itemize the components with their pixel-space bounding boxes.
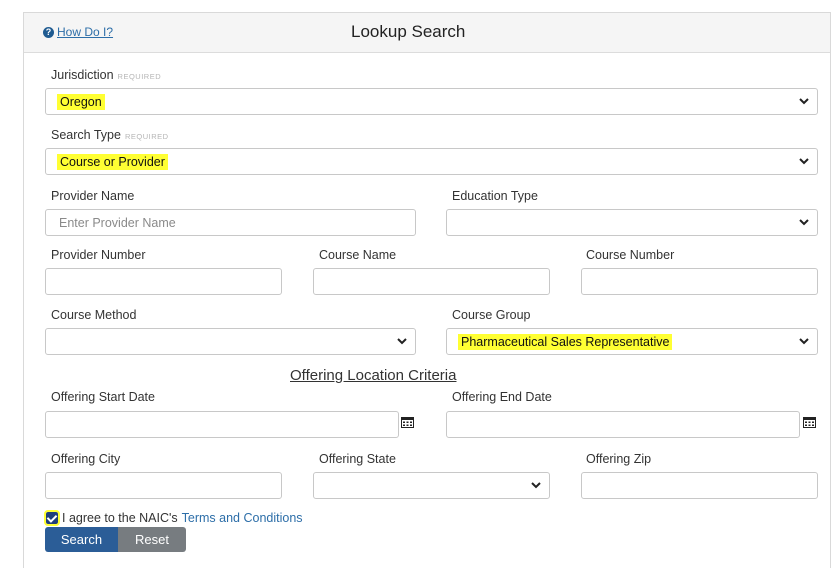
chevron-down-icon <box>799 97 809 105</box>
course-group-select[interactable]: Pharmaceutical Sales Representative <box>446 328 818 355</box>
terms-agreement: I agree to the NAIC's Terms and Conditio… <box>44 510 303 526</box>
chevron-down-icon <box>799 157 809 165</box>
offering-state-select[interactable] <box>313 472 550 499</box>
provider-name-input[interactable]: Enter Provider Name <box>45 209 416 236</box>
panel-header: ? How Do I? Lookup Search <box>24 13 830 53</box>
provider-number-input[interactable] <box>45 268 282 295</box>
course-number-input[interactable] <box>581 268 818 295</box>
provider-name-label: Provider Name <box>51 189 135 203</box>
page-title: Lookup Search <box>351 22 466 41</box>
course-method-label: Course Method <box>51 308 137 322</box>
offering-state-label: Offering State <box>319 452 396 466</box>
course-number-label: Course Number <box>586 248 675 262</box>
course-method-select[interactable] <box>45 328 416 355</box>
agree-text: I agree to the NAIC's <box>62 511 178 525</box>
calendar-icon[interactable] <box>803 415 816 428</box>
provider-name-placeholder: Enter Provider Name <box>59 216 176 230</box>
how-do-i-label: How Do I? <box>57 25 114 39</box>
offering-zip-label: Offering Zip <box>586 452 652 466</box>
terms-link[interactable]: Terms and Conditions <box>182 511 303 525</box>
calendar-icon[interactable] <box>401 415 414 428</box>
search-type-select[interactable]: Course or Provider <box>45 148 818 175</box>
education-type-select[interactable] <box>446 209 818 236</box>
chevron-down-icon <box>397 337 407 345</box>
offering-start-date-input[interactable] <box>45 411 399 438</box>
jurisdiction-value: Oregon <box>57 94 105 110</box>
offering-city-label: Offering City <box>51 452 121 466</box>
course-name-label: Course Name <box>319 248 397 262</box>
search-type-label-text: Search Type <box>51 128 121 142</box>
course-name-input[interactable] <box>313 268 550 295</box>
offering-end-date-input[interactable] <box>446 411 800 438</box>
agree-checkbox[interactable] <box>44 510 60 526</box>
search-type-label: Search Type REQUIRED <box>51 128 169 142</box>
required-tag: REQUIRED <box>124 132 169 141</box>
reset-button[interactable]: Reset <box>118 527 186 552</box>
search-type-value: Course or Provider <box>57 154 168 170</box>
how-do-i-link[interactable]: ? How Do I? <box>43 25 113 39</box>
offering-location-heading: Offering Location Criteria <box>290 367 457 384</box>
jurisdiction-select[interactable]: Oregon <box>45 88 818 115</box>
education-type-label: Education Type <box>452 189 538 203</box>
course-group-value: Pharmaceutical Sales Representative <box>458 334 673 350</box>
offering-end-date-label: Offering End Date <box>452 390 552 404</box>
jurisdiction-label-text: Jurisdiction <box>51 68 114 82</box>
chevron-down-icon <box>531 481 541 489</box>
chevron-down-icon <box>799 218 809 226</box>
jurisdiction-label: Jurisdiction REQUIRED <box>51 68 161 82</box>
offering-zip-input[interactable] <box>581 472 818 499</box>
course-group-label: Course Group <box>452 308 531 322</box>
search-button[interactable]: Search <box>45 527 118 552</box>
required-tag: REQUIRED <box>117 72 162 81</box>
offering-city-input[interactable] <box>45 472 282 499</box>
offering-start-date-label: Offering Start Date <box>51 390 155 404</box>
chevron-down-icon <box>799 337 809 345</box>
provider-number-label: Provider Number <box>51 248 146 262</box>
help-circle-icon: ? <box>43 26 54 38</box>
